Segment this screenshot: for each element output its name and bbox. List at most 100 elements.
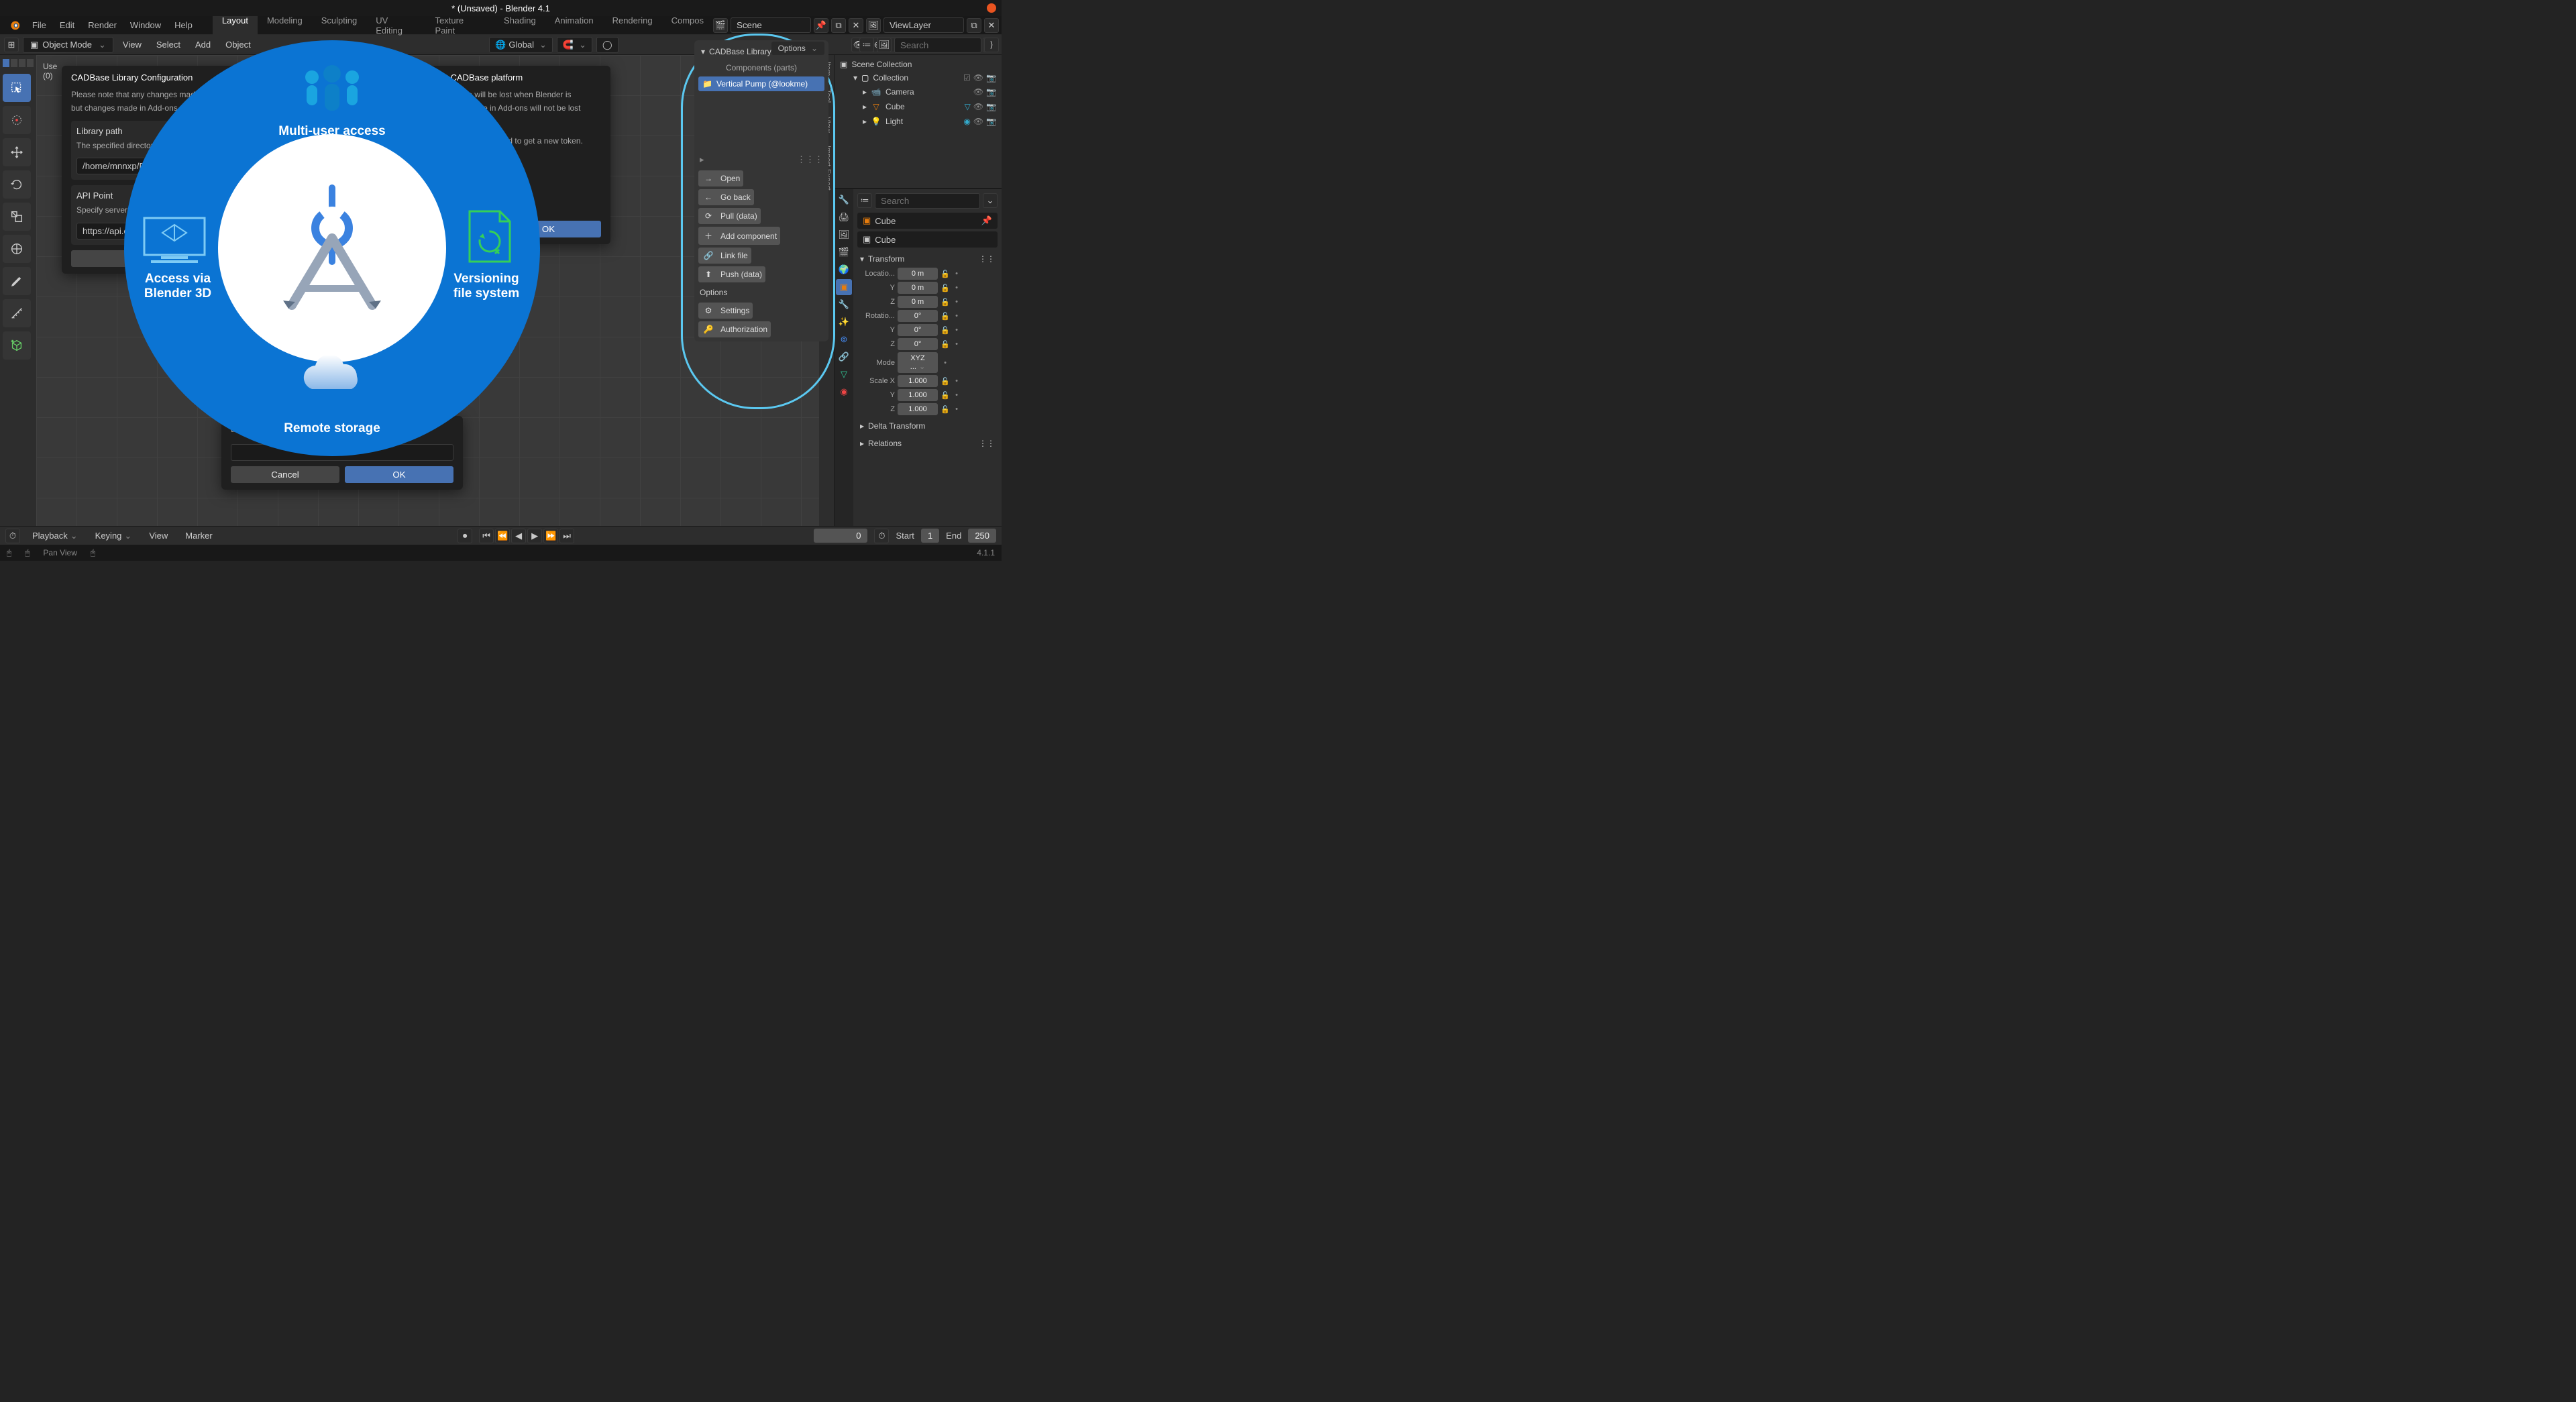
prop-search-input[interactable]	[875, 193, 980, 209]
tool-measure[interactable]	[3, 299, 31, 327]
eye-icon[interactable]: 👁	[973, 73, 983, 83]
proportional-edit-toggle[interactable]: ◯	[596, 37, 619, 53]
prop-tab-output[interactable]: 🖨	[836, 209, 852, 225]
tool-scale[interactable]	[3, 203, 31, 231]
render-icon[interactable]: 📷	[986, 102, 996, 111]
lock-icon[interactable]: 🔓	[941, 338, 950, 350]
cadbase-auth-button[interactable]: 🔑Authorization	[698, 321, 771, 337]
prop-tab-physics[interactable]: ⊚	[836, 331, 852, 347]
scale-y-input[interactable]: 1.000	[898, 389, 938, 401]
cadbase-component-item[interactable]: 📁Vertical Pump (@lookme)	[698, 76, 824, 91]
keying-menu[interactable]: Keying	[90, 529, 138, 543]
eye-icon[interactable]: 👁	[973, 87, 983, 97]
menu-window[interactable]: Window	[123, 17, 168, 33]
rotation-mode-dropdown[interactable]: XYZ ...	[898, 352, 938, 373]
preview-range-icon[interactable]: ⏱	[874, 529, 889, 543]
start-frame-input[interactable]: 1	[921, 529, 939, 543]
location-x-input[interactable]: 0 m	[898, 268, 938, 280]
outliner-light-row[interactable]: ▸💡Light◉👁📷	[837, 114, 999, 129]
viewlayer-name-input[interactable]	[883, 17, 964, 33]
eye-icon[interactable]: 👁	[973, 117, 983, 126]
eye-icon[interactable]: 👁	[973, 102, 983, 111]
play-reverse-icon[interactable]: ◀	[511, 529, 526, 543]
outliner-search-input[interactable]	[894, 38, 981, 53]
cadbase-open-button[interactable]: →Open	[698, 170, 743, 186]
prop-tab-render[interactable]: 🔧	[836, 192, 852, 208]
menu-edit[interactable]: Edit	[53, 17, 81, 33]
end-frame-input[interactable]: 250	[968, 529, 996, 543]
location-y-input[interactable]: 0 m	[898, 282, 938, 294]
viewlayer-delete-icon[interactable]: ✕	[984, 18, 999, 33]
cadbase-add-button[interactable]: ＋Add component	[698, 227, 780, 245]
prop-tab-object[interactable]: ▣	[836, 279, 852, 295]
header-view[interactable]: View	[117, 38, 147, 52]
jump-end-icon[interactable]: ⏭	[559, 529, 574, 543]
scene-copy-icon[interactable]: ⧉	[831, 18, 846, 33]
window-close-button[interactable]	[987, 3, 996, 13]
snap-dropdown[interactable]: 🧲	[557, 37, 592, 53]
relations-header[interactable]: ▸Relations⋮⋮	[857, 435, 998, 452]
header-select[interactable]: Select	[151, 38, 186, 52]
data-name-field[interactable]: ▣Cube	[857, 231, 998, 248]
delta-transform-header[interactable]: ▸Delta Transform	[857, 417, 998, 435]
playback-menu[interactable]: Playback	[27, 529, 83, 543]
outliner-cube-row[interactable]: ▸▽Cube▽👁📷	[837, 99, 999, 114]
prop-tab-constraints[interactable]: 🔗	[836, 349, 852, 365]
interaction-mode-dropdown[interactable]: ▣ Object Mode	[23, 37, 113, 53]
menu-file[interactable]: File	[25, 17, 53, 33]
header-object[interactable]: Object	[220, 38, 256, 52]
viewlayer-copy-icon[interactable]: ⧉	[967, 18, 981, 33]
orientation-dropdown[interactable]: 🌐Global	[489, 37, 553, 53]
n-panel-options-dropdown[interactable]: Options	[771, 42, 824, 55]
light-data-icon[interactable]: ◉	[963, 117, 970, 126]
menu-render[interactable]: Render	[81, 17, 123, 33]
lock-icon[interactable]: 🔓	[941, 282, 950, 294]
prop-tab-material[interactable]: ◉	[836, 384, 852, 400]
checkbox-icon[interactable]: ☑	[963, 73, 971, 83]
tool-rotate[interactable]	[3, 170, 31, 199]
prop-tab-data[interactable]: ▽	[836, 366, 852, 382]
timeline-editor-icon[interactable]: ⏱	[5, 529, 20, 543]
rotation-x-input[interactable]: 0°	[898, 310, 938, 322]
scene-pin-icon[interactable]: 📌	[814, 18, 828, 33]
current-frame-input[interactable]: 0	[814, 529, 867, 543]
jump-next-key-icon[interactable]: ⏩	[543, 529, 558, 543]
cadbase-settings-button[interactable]: ⚙Settings	[698, 303, 753, 319]
scale-x-input[interactable]: 1.000	[898, 375, 938, 387]
play-icon[interactable]: ▶	[527, 529, 542, 543]
lock-icon[interactable]: 🔓	[941, 403, 950, 415]
jump-prev-key-icon[interactable]: ⏪	[495, 529, 510, 543]
prop-tab-world[interactable]: 🌍	[836, 262, 852, 278]
confirm-ok-button[interactable]: OK	[345, 466, 453, 483]
cadbase-pull-button[interactable]: ⟳Pull (data)	[698, 208, 761, 224]
lock-icon[interactable]: 🔓	[941, 310, 950, 322]
prop-menu-icon[interactable]: ≔	[857, 193, 872, 208]
outliner-filter-icon[interactable]: 🖼	[877, 38, 892, 52]
autokey-toggle[interactable]: ⏺	[458, 529, 472, 543]
cadbase-link-button[interactable]: 🔗Link file	[698, 248, 751, 264]
cadbase-push-button[interactable]: ⬆Push (data)	[698, 266, 765, 282]
prop-tab-viewlayer[interactable]: 🖼	[836, 227, 852, 243]
timeline-view-menu[interactable]: View	[144, 529, 173, 543]
mesh-data-icon[interactable]: ▽	[965, 102, 971, 111]
tool-annotate[interactable]	[3, 267, 31, 295]
menu-help[interactable]: Help	[168, 17, 199, 33]
scene-browse-icon[interactable]: 🎬	[713, 18, 728, 33]
outliner-camera-row[interactable]: ▸📹Camera👁📷	[837, 85, 999, 99]
prop-tab-particles[interactable]: ✨	[836, 314, 852, 330]
outliner-display-mode-icon[interactable]: ≔	[859, 38, 874, 52]
prop-tab-modifiers[interactable]: 🔧	[836, 296, 852, 313]
render-icon[interactable]: 📷	[986, 73, 996, 83]
lock-icon[interactable]: 🔓	[941, 324, 950, 336]
tool-cursor[interactable]	[3, 106, 31, 134]
marker-menu[interactable]: Marker	[180, 529, 217, 543]
outliner-filter-toggle-icon[interactable]: ⟩	[984, 38, 999, 52]
tool-transform[interactable]	[3, 235, 31, 263]
rotation-z-input[interactable]: 0°	[898, 338, 938, 350]
scene-collection-row[interactable]: ▣Scene Collection	[837, 58, 999, 71]
transform-section-header[interactable]: ▾Transform⋮⋮	[857, 250, 998, 268]
render-icon[interactable]: 📷	[986, 87, 996, 97]
render-icon[interactable]: 📷	[986, 117, 996, 126]
collection-row[interactable]: ▾▢Collection☑👁📷	[837, 71, 999, 85]
lock-icon[interactable]: 🔓	[941, 375, 950, 387]
